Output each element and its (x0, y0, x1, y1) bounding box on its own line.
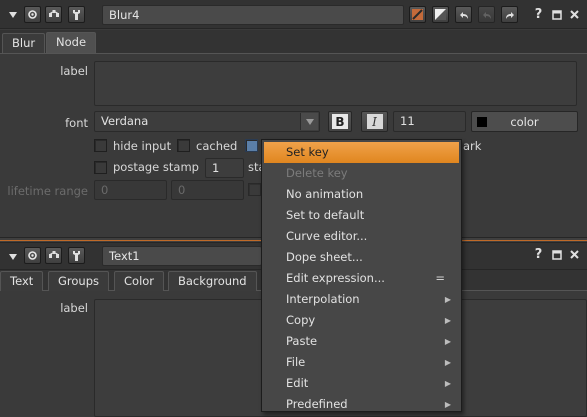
font-size-value: 11 (400, 114, 415, 128)
tab-node[interactable]: Node (46, 32, 97, 53)
color-button-label: color (510, 114, 539, 129)
node-name-input-2[interactable]: Text1 (102, 246, 262, 266)
lifetime-range-label: lifetime range (7, 184, 88, 198)
bookmark-label-fragment: ark (463, 139, 482, 153)
menu-item-set-key[interactable]: Set key (264, 142, 459, 163)
label-label-2: label (60, 301, 88, 315)
menu-item-interpolation[interactable]: Interpolation ▶ (264, 289, 459, 310)
menu-item-no-animation[interactable]: No animation (264, 184, 459, 205)
menu-item-shortcut: = (435, 271, 445, 285)
submenu-arrow-icon: ▶ (444, 400, 451, 409)
lifetime-end-value: 0 (178, 183, 186, 197)
close-icon[interactable] (565, 245, 584, 264)
menu-item-curve-editor[interactable]: Curve editor... (264, 226, 459, 247)
menu-item-label: Interpolation (286, 292, 360, 306)
postage-frame-value: 1 (212, 161, 220, 175)
menu-item-label: Predefined (286, 397, 348, 411)
dropdown-arrow-icon[interactable] (300, 113, 318, 130)
undo-icon[interactable] (455, 6, 472, 23)
submenu-arrow-icon: ▶ (444, 316, 451, 325)
network-icon[interactable] (45, 247, 62, 264)
network-icon[interactable] (45, 6, 62, 23)
menu-item-label: Set key (286, 145, 329, 159)
close-icon[interactable] (565, 5, 584, 24)
cached-label: cached (196, 139, 238, 153)
submenu-arrow-icon: ▶ (444, 295, 451, 304)
node-name-text-2: Text1 (109, 249, 140, 263)
color-button[interactable]: color (471, 111, 578, 132)
tab-background[interactable]: Background (168, 271, 257, 291)
submenu-arrow-icon: ▶ (444, 379, 451, 388)
menu-item-predefined[interactable]: Predefined ▶ (264, 394, 459, 415)
label-label: label (60, 64, 88, 78)
tab-groups[interactable]: Groups (48, 271, 110, 291)
postage-frame-input[interactable]: 1 (205, 158, 244, 178)
help-icon[interactable]: ? (529, 245, 548, 264)
collapse-triangle-icon[interactable] (4, 6, 21, 23)
context-menu: Set key Delete key No animation Set to defa… (261, 139, 462, 412)
help-icon[interactable]: ? (529, 5, 548, 24)
paint-icon[interactable] (409, 6, 426, 23)
circle-icon[interactable] (24, 247, 41, 264)
postage-stamp-label: postage stamp (113, 160, 199, 174)
cached-checkbox[interactable] (177, 139, 190, 152)
font-size-input[interactable]: 11 (393, 111, 466, 132)
tab-color[interactable]: Color (114, 271, 165, 291)
undo-disabled-icon[interactable] (478, 6, 495, 23)
bold-button[interactable]: B (328, 111, 352, 132)
menu-item-label: File (286, 355, 306, 369)
menu-item-edit-expression[interactable]: Edit expression... = (264, 268, 459, 289)
menu-item-dope-sheet[interactable]: Dope sheet... (264, 247, 459, 268)
wrench-icon[interactable] (68, 247, 85, 264)
menu-item-label: Dope sheet... (286, 250, 363, 264)
hide-input-label: hide input (113, 139, 172, 153)
menu-item-label: Curve editor... (286, 229, 368, 243)
float-icon[interactable] (547, 245, 566, 264)
menu-item-label: Delete key (286, 166, 348, 180)
menu-item-label: Set to default (286, 208, 365, 222)
redo-icon[interactable] (501, 6, 518, 23)
menu-item-set-to-default[interactable]: Set to default (264, 205, 459, 226)
menu-item-label: Paste (286, 334, 318, 348)
circle-icon[interactable] (24, 6, 41, 23)
postage-stamp-checkbox[interactable] (94, 161, 107, 174)
menu-item-label: Copy (286, 313, 316, 327)
font-dropdown[interactable]: Verdana (94, 111, 320, 132)
collapse-triangle-icon[interactable] (4, 248, 21, 265)
lifetime-start-input: 0 (94, 180, 167, 200)
tab-text[interactable]: Text (0, 271, 44, 291)
menu-item-delete-key: Delete key (264, 163, 459, 184)
hide-input-checkbox[interactable] (94, 139, 107, 152)
checkbox-checked[interactable] (245, 139, 258, 152)
italic-button[interactable]: I (361, 111, 388, 132)
color-swatch (477, 117, 487, 127)
italic-button-label: I (366, 114, 383, 129)
submenu-arrow-icon: ▶ (444, 358, 451, 367)
font-value: Verdana (101, 114, 149, 128)
menu-item-file[interactable]: File ▶ (264, 352, 459, 373)
menu-item-copy[interactable]: Copy ▶ (264, 310, 459, 331)
menu-item-edit[interactable]: Edit ▶ (264, 373, 459, 394)
menu-item-paste[interactable]: Paste ▶ (264, 331, 459, 352)
float-icon[interactable] (547, 5, 566, 24)
menu-item-label: Edit expression... (286, 271, 385, 285)
lifetime-start-value: 0 (101, 183, 109, 197)
menu-item-label: Edit (286, 376, 309, 390)
lifetime-end-input: 0 (171, 180, 244, 200)
label-textarea[interactable] (94, 61, 577, 106)
node-name-input[interactable]: Blur4 (102, 5, 404, 25)
node-name-text: Blur4 (109, 8, 140, 22)
slash-icon[interactable] (432, 6, 449, 23)
wrench-icon[interactable] (68, 6, 85, 23)
font-label: font (65, 116, 88, 130)
menu-item-label: No animation (286, 187, 364, 201)
tab-blur[interactable]: Blur (2, 33, 46, 53)
bold-button-label: B (332, 114, 348, 129)
lifetime-checkbox (248, 183, 261, 196)
submenu-arrow-icon: ▶ (444, 337, 451, 346)
